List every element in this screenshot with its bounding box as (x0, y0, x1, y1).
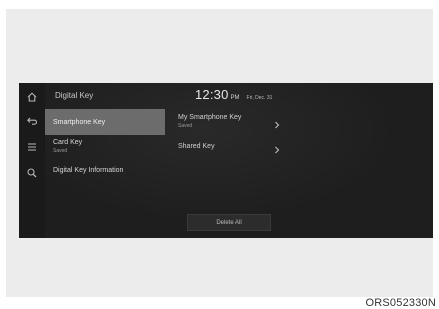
detail-row-label: Shared Key (178, 143, 215, 150)
menu-item-card-key[interactable]: Card Key Saved (45, 137, 165, 159)
my-smartphone-key-row[interactable]: My Smartphone Key Saved (173, 112, 285, 134)
chevron-right-icon (273, 142, 281, 154)
back-icon[interactable] (24, 113, 40, 129)
menu-icon[interactable] (24, 139, 40, 155)
infotainment-screen: Digital Key 12:30 PM Fri, Dec. 31 Smartp… (19, 83, 433, 238)
figure-code: ORS052330N (365, 297, 436, 309)
chevron-right-icon (273, 117, 281, 129)
detail-row-status: Saved (178, 123, 193, 129)
side-rail (19, 83, 45, 238)
delete-all-button[interactable]: Delete All (187, 214, 271, 231)
home-icon[interactable] (24, 89, 40, 105)
menu-item-label: Card Key (53, 139, 83, 146)
menu-item-smartphone-key[interactable]: Smartphone Key (45, 109, 165, 135)
menu-item-status: Saved (53, 148, 68, 154)
clock: 12:30 PM Fri, Dec. 31 (195, 87, 272, 102)
shared-key-row[interactable]: Shared Key (173, 141, 285, 155)
clock-ampm: PM (230, 95, 240, 101)
clock-time: 12:30 (195, 87, 229, 102)
menu-item-label: Smartphone Key (53, 119, 106, 126)
detail-row-label: My Smartphone Key (178, 114, 242, 121)
menu-item-digital-key-information[interactable]: Digital Key Information (45, 165, 165, 179)
clock-date: Fri, Dec. 31 (246, 95, 273, 101)
page-title: Digital Key (55, 91, 94, 100)
menu-item-label: Digital Key Information (53, 167, 124, 174)
search-icon[interactable] (24, 165, 40, 181)
